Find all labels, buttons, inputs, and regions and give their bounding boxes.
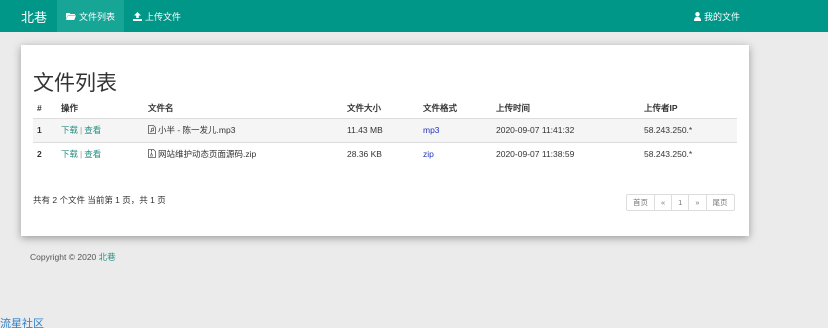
table-row: 2 下载 | 查看 网站维护动态页面源码.zip 28.36 KB zip 2020… bbox=[33, 141, 737, 166]
folder-open-icon bbox=[66, 12, 77, 20]
column-header-format: 文件格式 bbox=[419, 98, 492, 119]
nav-upload-file-label: 上传文件 bbox=[145, 11, 182, 22]
copyright-text: Copyright © 2020 bbox=[30, 252, 97, 262]
prev-page-button[interactable]: « bbox=[654, 194, 673, 211]
pagination-summary: 共有 2 个文件 当前第 1 页，共 1 页 bbox=[33, 195, 166, 205]
community-link[interactable]: 流星社区 bbox=[0, 315, 44, 328]
column-header-uploader-ip: 上传者IP bbox=[640, 98, 737, 119]
column-header-actions: 操作 bbox=[57, 98, 144, 119]
row-number: 2 bbox=[33, 141, 57, 166]
row-upload-time: 2020-09-07 11:38:59 bbox=[492, 141, 640, 166]
view-link[interactable]: 查看 bbox=[84, 149, 101, 159]
top-navbar: 北巷 文件列表 上传文件 我的文件 bbox=[0, 0, 828, 32]
footer-brand-link[interactable]: 北巷 bbox=[99, 252, 116, 262]
row-uploader-ip: 58.243.250.* bbox=[640, 141, 737, 166]
row-actions: 下载 | 查看 bbox=[57, 141, 144, 166]
column-header-number: # bbox=[33, 98, 57, 119]
page-title: 文件列表 bbox=[33, 71, 117, 95]
file-list-panel: 文件列表 # 操作 文件名 文件大小 文件格式 上传时间 上传者IP 1 下载 |… bbox=[21, 45, 749, 236]
nav-my-files-label: 我的文件 bbox=[703, 11, 740, 22]
upload-icon bbox=[133, 11, 143, 21]
filename-text: 网站维护动态页面源码.zip bbox=[158, 149, 257, 160]
row-filename: 小半 - 陈一发儿.mp3 bbox=[144, 117, 343, 142]
last-page-button[interactable]: 尾页 bbox=[705, 194, 735, 211]
column-header-upload-time: 上传时间 bbox=[492, 98, 640, 119]
table-row: 1 下载 | 查看 小半 - 陈一发儿.mp3 11.43 MB mp3 2020-… bbox=[33, 117, 737, 142]
file-table: # 操作 文件名 文件大小 文件格式 上传时间 上传者IP 1 下载 | 查看 小半… bbox=[33, 98, 737, 166]
row-number: 1 bbox=[33, 117, 57, 142]
row-format: zip bbox=[419, 141, 492, 166]
page-1-button[interactable]: 1 bbox=[671, 194, 690, 211]
brand-logo[interactable]: 北巷 bbox=[0, 0, 57, 32]
footer: Copyright © 2020 北巷 bbox=[30, 251, 116, 263]
nav-my-files[interactable]: 我的文件 bbox=[693, 0, 740, 32]
nav-file-list[interactable]: 文件列表 bbox=[57, 0, 125, 32]
user-icon bbox=[693, 11, 701, 21]
download-link[interactable]: 下载 bbox=[61, 125, 78, 135]
archive-file-icon bbox=[148, 149, 156, 160]
download-link[interactable]: 下载 bbox=[61, 149, 78, 159]
action-separator: | bbox=[80, 125, 83, 135]
column-header-size: 文件大小 bbox=[343, 98, 419, 119]
table-header-row: # 操作 文件名 文件大小 文件格式 上传时间 上传者IP bbox=[33, 98, 737, 119]
row-upload-time: 2020-09-07 11:41:32 bbox=[492, 117, 640, 142]
first-page-button[interactable]: 首页 bbox=[626, 194, 655, 211]
row-size: 11.43 MB bbox=[343, 117, 419, 142]
row-format: mp3 bbox=[419, 117, 492, 142]
next-page-button[interactable]: » bbox=[688, 194, 707, 211]
nav-file-list-label: 文件列表 bbox=[79, 11, 116, 22]
audio-file-icon bbox=[148, 125, 156, 136]
action-separator: | bbox=[80, 149, 83, 160]
pagination: 首页 « 1 » 尾页 bbox=[626, 194, 735, 211]
column-header-filename: 文件名 bbox=[144, 98, 343, 119]
row-actions: 下载 | 查看 bbox=[57, 117, 144, 142]
filename-text: 小半 - 陈一发儿.mp3 bbox=[158, 125, 236, 135]
row-filename: 网站维护动态页面源码.zip bbox=[144, 141, 343, 166]
nav-upload-file[interactable]: 上传文件 bbox=[124, 0, 190, 32]
row-size: 28.36 KB bbox=[343, 141, 419, 166]
row-uploader-ip: 58.243.250.* bbox=[640, 117, 737, 142]
view-link[interactable]: 查看 bbox=[84, 125, 101, 135]
